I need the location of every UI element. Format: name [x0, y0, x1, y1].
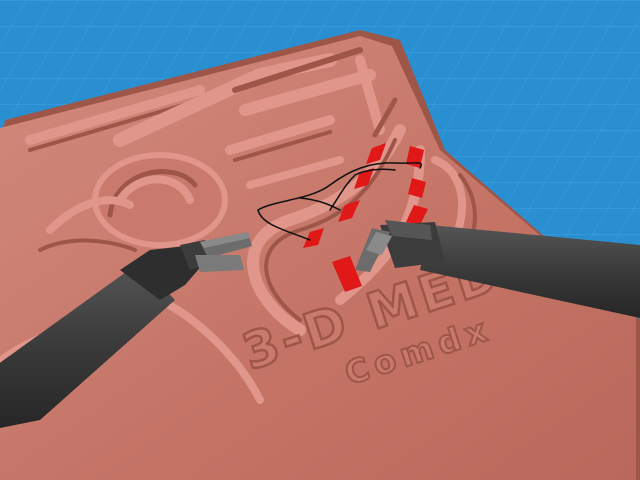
surgical-training-scene: 3-D MED Comdx [0, 0, 640, 480]
